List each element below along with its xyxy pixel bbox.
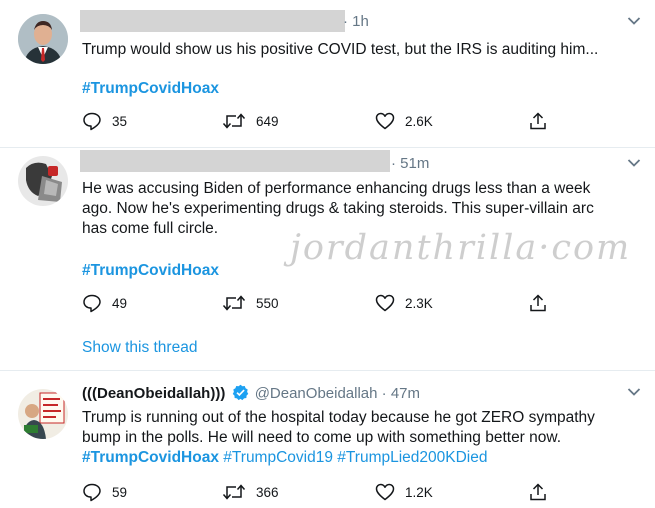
reply-count: 35 bbox=[112, 113, 128, 129]
verified-icon bbox=[232, 384, 248, 401]
share-button[interactable] bbox=[528, 292, 548, 314]
hashtag-link[interactable]: #TrumpCovidHoax bbox=[82, 79, 642, 99]
avatar[interactable] bbox=[18, 389, 68, 439]
tweet-actions: 35 649 2.6K bbox=[82, 110, 552, 132]
retweet-icon bbox=[222, 113, 246, 129]
hashtag-link[interactable]: #TrumpLied200KDied bbox=[337, 449, 487, 466]
tweet-text-line: bump in the polls. He will need to come … bbox=[82, 429, 562, 446]
reply-icon bbox=[83, 112, 101, 131]
tweet-time[interactable]: · 51m bbox=[391, 155, 429, 172]
tweet-text-line: He was accusing Biden of performance enh… bbox=[82, 180, 591, 197]
heart-icon bbox=[375, 112, 395, 130]
retweet-count: 366 bbox=[256, 484, 279, 500]
avatar[interactable] bbox=[18, 14, 68, 64]
share-icon bbox=[530, 294, 546, 312]
reply-button[interactable]: 49 bbox=[82, 292, 127, 314]
share-icon bbox=[530, 112, 546, 130]
tweet-actions: 49 550 2.3K bbox=[82, 292, 552, 314]
retweet-count: 550 bbox=[256, 295, 279, 311]
retweet-icon bbox=[222, 295, 246, 311]
reply-button[interactable]: 59 bbox=[82, 481, 127, 503]
share-button[interactable] bbox=[528, 481, 548, 503]
retweet-button[interactable]: 649 bbox=[222, 110, 279, 132]
tweet-actions: 59 366 1.2K bbox=[82, 481, 552, 503]
tweet-text-line: Trump is running out of the hospital tod… bbox=[82, 409, 595, 426]
redacted-name bbox=[80, 150, 390, 172]
tweet-text: Trump is running out of the hospital tod… bbox=[82, 408, 642, 448]
retweet-count: 649 bbox=[256, 113, 279, 129]
hashtag-row: #TrumpCovidHoax #TrumpCovid19 #TrumpLied… bbox=[82, 448, 642, 468]
redacted-name bbox=[80, 10, 345, 32]
hashtag-link[interactable]: #TrumpCovidHoax bbox=[82, 449, 219, 466]
retweet-button[interactable]: 366 bbox=[222, 481, 279, 503]
share-button[interactable] bbox=[528, 110, 548, 132]
like-count: 2.3K bbox=[405, 295, 433, 311]
share-icon bbox=[530, 483, 546, 501]
reply-count: 59 bbox=[112, 484, 128, 500]
reply-count: 49 bbox=[112, 295, 128, 311]
tweet-3[interactable]: (((DeanObeidallah))) @DeanObeidallah · 4… bbox=[0, 371, 655, 508]
tweet-text: Trump would show us his positive COVID t… bbox=[82, 41, 599, 58]
like-button[interactable]: 2.6K bbox=[375, 110, 433, 132]
show-thread-link[interactable]: Show this thread bbox=[82, 339, 197, 357]
retweet-icon bbox=[222, 484, 246, 500]
like-button[interactable]: 1.2K bbox=[375, 481, 433, 503]
chevron-down-icon[interactable] bbox=[627, 16, 641, 26]
like-count: 2.6K bbox=[405, 113, 433, 129]
reply-icon bbox=[83, 483, 101, 502]
hashtag-link[interactable]: #TrumpCovid19 bbox=[223, 449, 333, 466]
watermark: jordanthrilla·com bbox=[290, 228, 632, 268]
retweet-button[interactable]: 550 bbox=[222, 292, 279, 314]
tweet-time[interactable]: 47m bbox=[391, 385, 420, 402]
tweet-header: (((DeanObeidallah))) @DeanObeidallah · 4… bbox=[82, 384, 421, 402]
tweet-1[interactable]: · 1h Trump would show us his positive CO… bbox=[0, 0, 655, 148]
chevron-down-icon[interactable] bbox=[627, 387, 641, 397]
heart-icon bbox=[375, 294, 395, 312]
like-button[interactable]: 2.3K bbox=[375, 292, 433, 314]
reply-button[interactable]: 35 bbox=[82, 110, 127, 132]
like-count: 1.2K bbox=[405, 484, 433, 500]
heart-icon bbox=[375, 483, 395, 501]
avatar[interactable] bbox=[18, 156, 68, 206]
tweet-time[interactable]: · 1h bbox=[343, 13, 369, 30]
tweet-text-line: ago. Now he's experimenting drugs & taki… bbox=[82, 200, 594, 217]
chevron-down-icon[interactable] bbox=[627, 158, 641, 168]
user-handle[interactable]: @DeanObeidallah bbox=[255, 385, 378, 402]
reply-icon bbox=[83, 294, 101, 313]
display-name[interactable]: (((DeanObeidallah))) bbox=[82, 385, 225, 402]
